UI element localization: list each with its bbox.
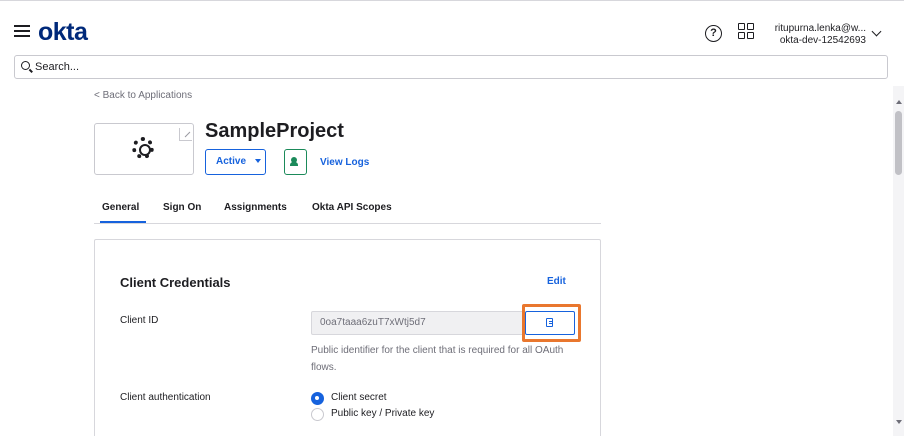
tab-okta-api-scopes[interactable]: Okta API Scopes <box>312 202 392 213</box>
chevron-down-icon[interactable] <box>871 26 882 37</box>
tab-sign-on[interactable]: Sign On <box>163 202 201 213</box>
user-email: ritupurna.lenka@w... <box>774 23 866 34</box>
app-grid-icon[interactable] <box>738 23 755 40</box>
push-groups-button[interactable] <box>284 149 307 175</box>
status-dropdown[interactable]: Active <box>205 149 266 175</box>
public-private-key-radio[interactable]: Public key / Private key <box>311 408 434 421</box>
client-credentials-card: Client Credentials Edit Client ID 0oa7ta… <box>94 239 601 436</box>
copy-button-highlight <box>522 304 581 342</box>
okta-logo[interactable]: okta <box>38 19 88 45</box>
client-secret-radio[interactable]: Client secret <box>311 392 387 405</box>
scroll-down-icon[interactable] <box>896 420 902 424</box>
back-link[interactable]: < Back to Applications <box>94 90 192 101</box>
search-placeholder: Search... <box>35 61 80 73</box>
view-logs-link[interactable]: View Logs <box>320 157 369 168</box>
section-title: Client Credentials <box>120 275 231 290</box>
help-icon[interactable]: ? <box>705 25 722 42</box>
menu-icon[interactable] <box>14 25 30 37</box>
user-org: okta-dev-12542693 <box>779 35 866 46</box>
client-id-label: Client ID <box>120 315 159 326</box>
caret-down-icon <box>255 159 261 163</box>
main-content: < Back to Applications SampleProject Act… <box>0 86 893 436</box>
page-title: SampleProject <box>205 120 344 142</box>
edit-logo-icon[interactable] <box>179 128 192 141</box>
tab-bar: General Sign On Assignments Okta API Sco… <box>94 194 601 224</box>
top-bar: okta ? ritupurna.lenka@w... okta-dev-125… <box>0 0 904 50</box>
scroll-thumb[interactable] <box>895 111 902 175</box>
tab-general[interactable]: General <box>99 202 147 223</box>
search-icon <box>21 61 30 70</box>
client-auth-label: Client authentication <box>120 392 211 403</box>
scroll-up-icon[interactable] <box>896 100 902 104</box>
search-input[interactable]: Search... <box>14 55 888 79</box>
scrollbar[interactable] <box>893 86 904 436</box>
tab-assignments[interactable]: Assignments <box>224 202 287 213</box>
gear-icon <box>132 137 154 159</box>
person-push-icon <box>290 157 298 166</box>
edit-button[interactable]: Edit <box>547 276 566 287</box>
user-menu[interactable]: ritupurna.lenka@w... okta-dev-12542693 <box>768 23 866 47</box>
client-id-help-text: Public identifier for the client that is… <box>311 345 564 373</box>
client-id-field[interactable]: 0oa7taaa6zuT7xWtj5d7 <box>311 311 525 335</box>
app-logo-box <box>94 123 194 175</box>
status-label: Active <box>216 156 247 167</box>
